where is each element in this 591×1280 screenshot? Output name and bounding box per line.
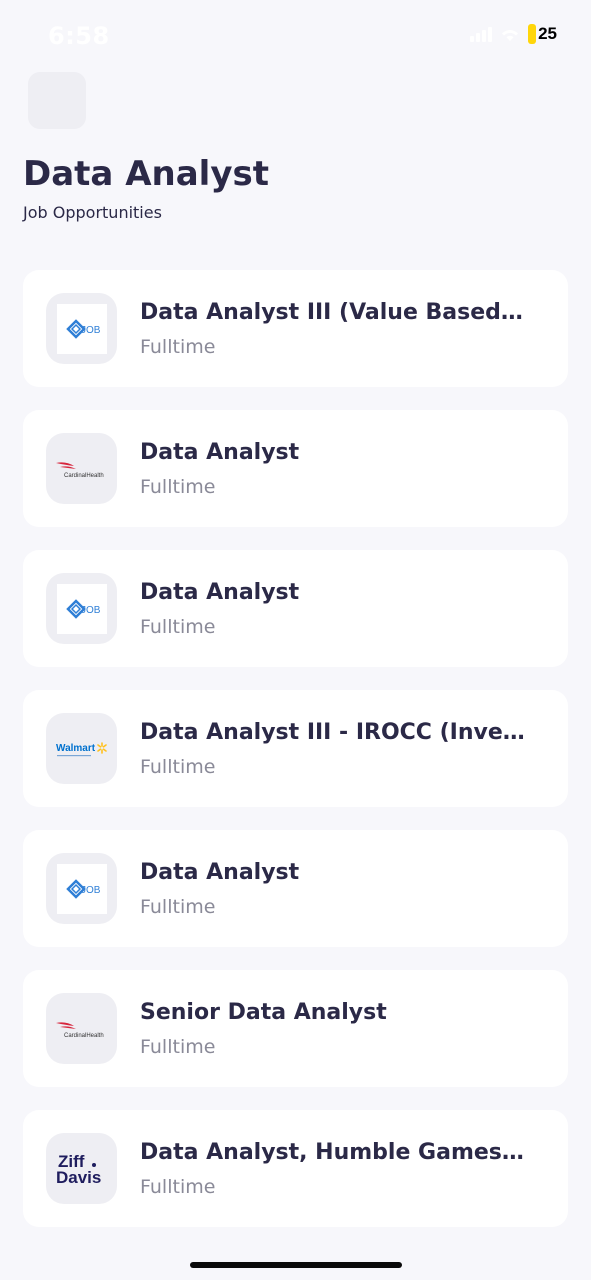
job-type: Fulltime (140, 1036, 216, 1058)
job-type: Fulltime (140, 896, 216, 918)
svg-text:CardinalHealth: CardinalHealth (64, 1033, 104, 1039)
job-title: Senior Data Analyst (140, 1000, 387, 1025)
job-list: JOB Data Analyst III (Value Based Con...… (23, 270, 568, 1227)
cardinal-health-logo: CardinalHealth (55, 1021, 104, 1039)
job-type: Fulltime (140, 336, 216, 358)
company-logo: Walmart (46, 713, 117, 784)
page-subtitle: Job Opportunities (23, 203, 162, 222)
company-logo: JOB (46, 573, 117, 644)
job-type: Fulltime (140, 1176, 216, 1198)
job-title: Data Analyst (140, 860, 300, 885)
status-bar: 6:58 25 (0, 0, 591, 70)
company-logo: CardinalHealth (46, 433, 117, 504)
job-title: Data Analyst III - IROCC (Investig... (140, 720, 530, 745)
svg-text:JOB: JOB (81, 325, 100, 336)
page-title: Data Analyst (23, 154, 269, 194)
home-indicator (190, 1262, 402, 1268)
company-logo: CardinalHealth (46, 993, 117, 1064)
job-card[interactable]: JOB Data Analyst Fulltime (23, 550, 568, 667)
company-logo: JOB (46, 853, 117, 924)
battery-icon (528, 24, 537, 44)
job-type: Fulltime (140, 756, 216, 778)
job-card[interactable]: CardinalHealth Data Analyst Fulltime (23, 410, 568, 527)
walmart-logo: Walmart (56, 741, 107, 756)
job-title: Data Analyst III (Value Based Con... (140, 300, 530, 325)
job-logo-icon: JOB (56, 863, 107, 914)
status-icons: 25 (470, 24, 557, 44)
ziff-davis-logo: Ziff Davis (56, 1152, 101, 1187)
job-title: Data Analyst (140, 580, 300, 605)
wifi-icon (500, 27, 520, 42)
job-card[interactable]: Walmart Data Analyst III - IROCC (Invest… (23, 690, 568, 807)
cardinal-health-logo: CardinalHealth (55, 461, 104, 479)
job-logo-icon: JOB (56, 303, 107, 354)
job-card[interactable]: CardinalHealth Senior Data Analyst Fullt… (23, 970, 568, 1087)
job-card[interactable]: JOB Data Analyst Fulltime (23, 830, 568, 947)
job-type: Fulltime (140, 476, 216, 498)
back-button[interactable] (28, 72, 86, 129)
svg-text:CardinalHealth: CardinalHealth (64, 473, 104, 479)
svg-text:Davis: Davis (56, 1168, 101, 1187)
job-type: Fulltime (140, 616, 216, 638)
battery-indicator: 25 (528, 24, 557, 44)
company-logo: Ziff Davis (46, 1133, 117, 1204)
job-card[interactable]: JOB Data Analyst III (Value Based Con...… (23, 270, 568, 387)
status-time: 6:58 (48, 22, 110, 50)
battery-level: 25 (538, 24, 557, 43)
svg-text:JOB: JOB (81, 885, 100, 896)
svg-text:Walmart: Walmart (56, 743, 96, 754)
job-logo-icon: JOB (56, 583, 107, 634)
cellular-signal-icon (470, 26, 493, 42)
svg-text:JOB: JOB (81, 605, 100, 616)
job-card[interactable]: Ziff Davis Data Analyst, Humble Games Pu… (23, 1110, 568, 1227)
company-logo: JOB (46, 293, 117, 364)
job-title: Data Analyst (140, 440, 300, 465)
job-title: Data Analyst, Humble Games Pu... (140, 1140, 530, 1165)
